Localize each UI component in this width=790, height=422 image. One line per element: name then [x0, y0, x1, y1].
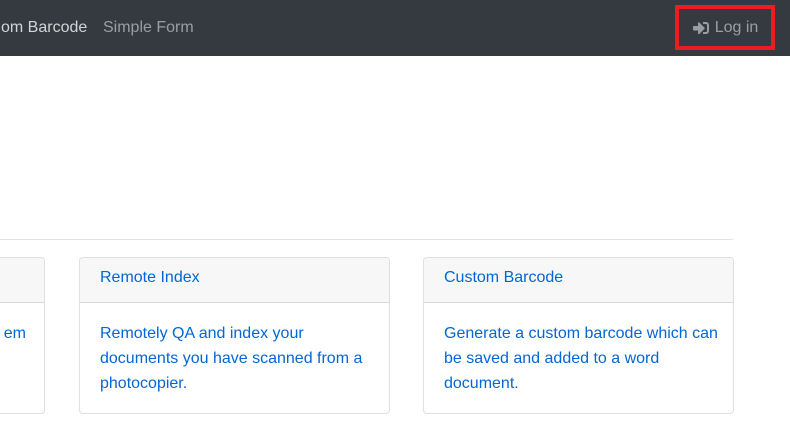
card-partial-title[interactable]: [0, 258, 44, 303]
nav-item-simple-form[interactable]: Simple Form: [103, 0, 194, 56]
login-highlight-annotation: Log in: [675, 5, 775, 50]
card-custom-barcode-title[interactable]: Custom Barcode: [424, 258, 733, 303]
card-remote-index-body-link[interactable]: Remotely QA and index your documents you…: [80, 303, 389, 414]
nav-item-custom-barcode[interactable]: om Barcode: [1, 0, 87, 56]
page: om Barcode Simple Form Log in em Remote …: [0, 0, 790, 422]
sign-in-icon: [692, 20, 710, 36]
card-partial: em: [0, 257, 45, 414]
login-label: Log in: [715, 19, 759, 37]
card-remote-index-title[interactable]: Remote Index: [80, 258, 389, 303]
login-link[interactable]: Log in: [692, 19, 759, 37]
section-divider: [0, 239, 733, 240]
card-custom-barcode: Custom Barcode Generate a custom barcode…: [423, 257, 734, 414]
card-partial-body-link[interactable]: em: [0, 303, 44, 364]
card-remote-index: Remote Index Remotely QA and index your …: [79, 257, 390, 414]
card-custom-barcode-body-link[interactable]: Generate a custom barcode which can be s…: [424, 303, 733, 414]
navbar: om Barcode Simple Form Log in: [0, 0, 790, 56]
